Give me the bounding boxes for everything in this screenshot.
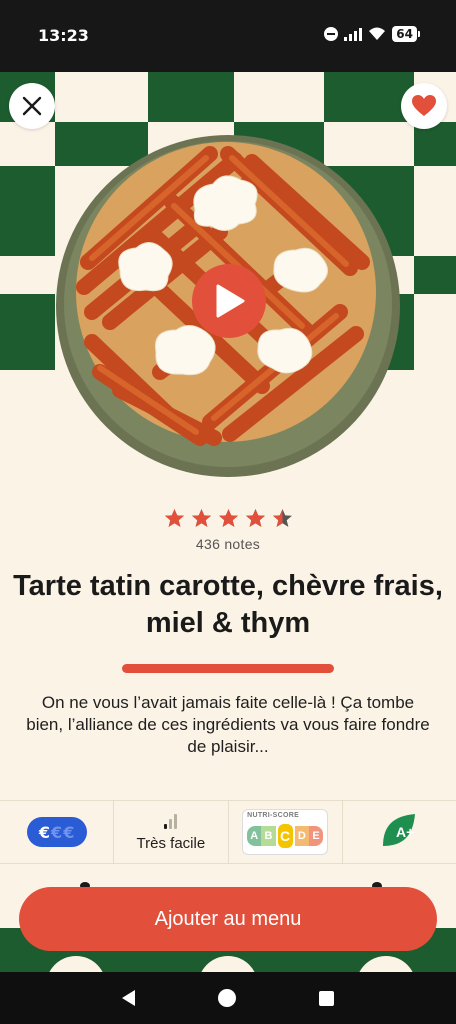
recents-icon[interactable] xyxy=(319,990,335,1006)
favorite-button[interactable] xyxy=(401,83,447,129)
rating-count: 436 notes xyxy=(195,536,261,552)
difficulty-label: Très facile xyxy=(136,834,206,852)
play-video-button[interactable] xyxy=(192,264,266,338)
nutri-score-letter: A xyxy=(247,826,262,846)
nutri-score-letter: B xyxy=(261,826,276,846)
back-icon[interactable] xyxy=(121,990,135,1006)
battery-level: 64 xyxy=(392,26,417,42)
euro-symbol: € xyxy=(63,822,75,842)
status-time: 13:23 xyxy=(38,26,89,45)
play-icon xyxy=(216,284,245,318)
rating: 436 notes xyxy=(0,508,456,552)
recipe-screen: 13:23 64 436 notes Tarte tatin carotte, … xyxy=(0,0,456,1024)
nutri-score-letter: C xyxy=(275,822,295,850)
star-icon xyxy=(245,509,265,527)
close-icon xyxy=(22,96,42,116)
difficulty-bar xyxy=(164,823,168,829)
star-icon xyxy=(191,509,211,527)
close-button[interactable] xyxy=(9,83,55,129)
eco-grade: A+ xyxy=(396,824,414,840)
recipe-info-strip: € € € Très facile NUTRI-SCORE ABCDE A+ xyxy=(0,800,456,864)
battery-icon: 64 xyxy=(392,26,420,42)
heart-icon xyxy=(412,95,436,116)
star-icon xyxy=(272,509,292,527)
recipe-title: Tarte tatin carotte, chèvre frais, miel … xyxy=(13,570,443,639)
price-badge: € € € xyxy=(26,817,87,847)
difficulty-cell[interactable]: Très facile xyxy=(114,801,229,863)
price-cell[interactable]: € € € xyxy=(0,801,115,863)
euro-symbol: € xyxy=(51,822,63,842)
eco-score-cell[interactable]: A+ xyxy=(343,801,456,863)
status-icons: 64 xyxy=(324,26,420,42)
title-underline xyxy=(122,664,334,673)
signal-icon xyxy=(344,27,363,41)
recipe-hero xyxy=(0,72,456,480)
nutri-score-letters: ABCDE xyxy=(247,822,324,850)
nutri-score-badge: NUTRI-SCORE ABCDE xyxy=(242,809,329,855)
status-bar: 13:23 64 xyxy=(0,0,456,72)
star-icon xyxy=(164,509,184,527)
nutri-score-title: NUTRI-SCORE xyxy=(247,812,300,819)
add-to-menu-button[interactable]: Ajouter au menu xyxy=(19,887,437,951)
wifi-icon xyxy=(369,27,386,40)
star-icon xyxy=(218,509,238,527)
leaf-icon: A+ xyxy=(383,814,416,846)
difficulty-bar xyxy=(169,818,173,829)
recipe-description: On ne vous l’avait jamais faite celle-là… xyxy=(26,693,430,756)
difficulty-icon xyxy=(164,813,178,829)
euro-symbol: € xyxy=(38,822,51,842)
system-nav-bar xyxy=(0,972,456,1024)
nutri-score-letter: D xyxy=(294,826,309,846)
do-not-disturb-icon xyxy=(324,27,339,41)
nutri-score-letter: E xyxy=(308,826,324,846)
home-icon[interactable] xyxy=(217,989,236,1007)
rating-stars xyxy=(0,508,456,528)
difficulty-bar xyxy=(174,813,178,829)
eco-score-badge: A+ xyxy=(379,810,419,854)
nutri-score-cell[interactable]: NUTRI-SCORE ABCDE xyxy=(229,801,343,863)
